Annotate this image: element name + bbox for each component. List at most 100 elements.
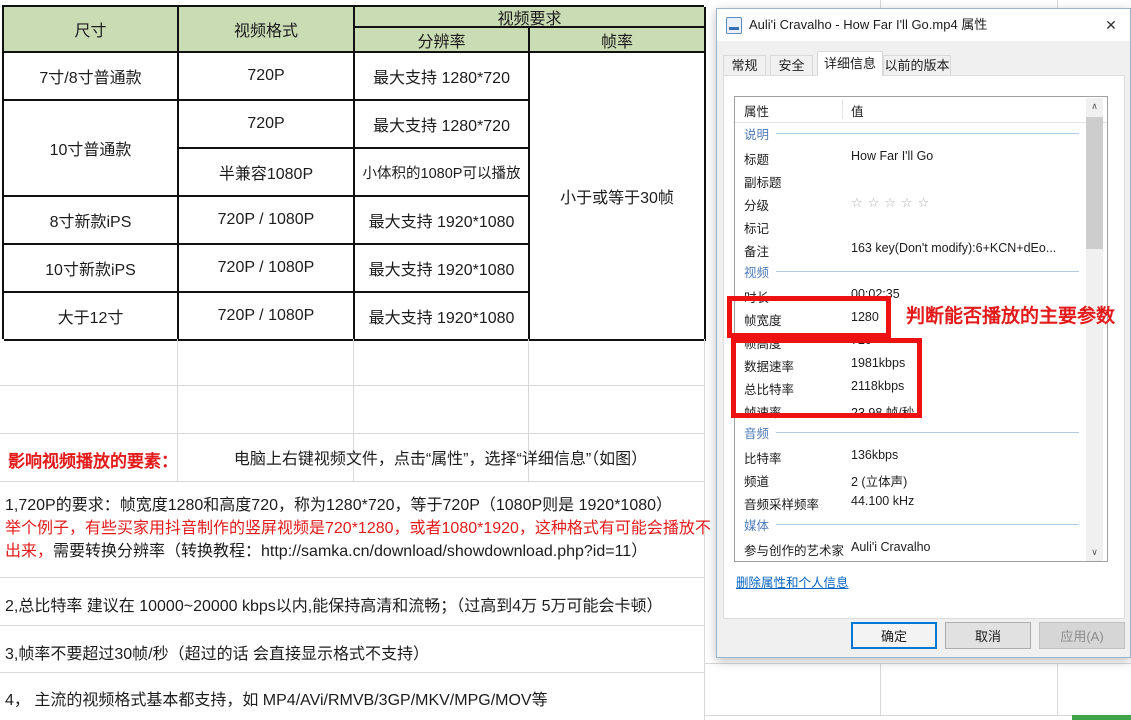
note-point1-line1: 1,720P的要求：帧宽度1280和高度720，称为1280*720，等于720… xyxy=(5,491,672,515)
apply-button: 应用(A) xyxy=(1039,622,1125,649)
note-point3: 3,帧率不要超过30帧/秒（超过的话 会直接显示格式不支持） xyxy=(5,640,429,664)
field-value: Auli'i Cravalho xyxy=(851,540,931,554)
red-highlight-bitrate xyxy=(731,338,922,418)
cell-framerate-merged[interactable]: 小于或等于30帧 xyxy=(530,53,706,341)
col-property[interactable]: 属性 xyxy=(744,101,769,120)
row-sample-rate[interactable]: 音频采样频率44.100 kHz xyxy=(735,490,1087,513)
note-point1-line3-red: 出来， xyxy=(5,543,53,560)
field-value: 136kbps xyxy=(851,448,898,462)
tab-details[interactable]: 详细信息 xyxy=(817,51,883,76)
field-value: How Far I'll Go xyxy=(851,149,933,163)
cell-format-4[interactable]: 720P / 1080P xyxy=(179,197,355,245)
cell-res-2[interactable]: 最大支持 1280*720 xyxy=(355,101,530,149)
gridline xyxy=(0,577,704,578)
row-tags[interactable]: 标记 xyxy=(735,214,1087,237)
field-value: 44.100 kHz xyxy=(851,494,914,508)
tab-security[interactable]: 安全 xyxy=(770,55,813,76)
cell-format-3[interactable]: 半兼容1080P xyxy=(179,149,355,197)
gridline xyxy=(880,663,881,715)
field-label: 分级 xyxy=(744,195,769,214)
factor-instruction: 电脑上右键视频文件，点击“属性”，选择“详细信息”（如图） xyxy=(177,441,704,473)
scroll-up-icon[interactable]: ∧ xyxy=(1086,98,1103,115)
row-title[interactable]: 标题How Far I'll Go xyxy=(735,145,1087,168)
video-requirements-table: 尺寸 视频格式 视频要求 分辨率 帧率 7寸/8寸普通款 10寸普通款 8寸新款… xyxy=(2,5,704,339)
dialog-title: Auli'i Cravalho - How Far I'll Go.mp4 属性 xyxy=(749,9,987,41)
field-label: 备注 xyxy=(744,241,769,260)
mp4-file-icon xyxy=(726,17,742,34)
gridline xyxy=(1057,663,1058,715)
red-annotation: 判断能否播放的主要参数 xyxy=(906,301,1115,328)
tab-previous-versions[interactable]: 以前的版本 xyxy=(883,55,951,76)
cell-format-5[interactable]: 720P / 1080P xyxy=(179,245,355,293)
gridline xyxy=(1057,0,1058,8)
field-value: 163 key(Don't modify):6+KCN+dEo... xyxy=(851,241,1056,255)
section-rule xyxy=(776,432,1079,433)
field-value: 2 (立体声) xyxy=(851,471,907,490)
section-label: 媒体 xyxy=(744,515,769,534)
dialog-titlebar[interactable]: Auli'i Cravalho - How Far I'll Go.mp4 属性… xyxy=(717,9,1130,41)
section-rule xyxy=(776,271,1079,272)
gridline xyxy=(880,0,881,8)
field-label: 副标题 xyxy=(744,172,782,191)
row-comment[interactable]: 备注 163 key(Don't modify):6+KCN+dEo... xyxy=(735,237,1087,260)
note-point2: 2,总比特率 建议在 10000~20000 kbps以内,能保持高清和流畅；（… xyxy=(5,592,663,616)
gridline xyxy=(704,715,1131,716)
cancel-button[interactable]: 取消 xyxy=(945,622,1031,649)
field-label: 比特率 xyxy=(744,448,782,467)
cell-res-6[interactable]: 最大支持 1920*1080 xyxy=(355,293,530,341)
screen: 尺寸 视频格式 视频要求 分辨率 帧率 7寸/8寸普通款 10寸普通款 8寸新款… xyxy=(0,0,1131,720)
row-artist[interactable]: 参与创作的艺术家 Auli'i Cravalho xyxy=(735,536,1087,559)
row-channels[interactable]: 频道 2 (立体声) xyxy=(735,467,1087,490)
row-rating[interactable]: 分级 ☆☆☆☆☆ xyxy=(735,191,1087,214)
red-highlight-frame-size xyxy=(727,296,891,338)
gridline xyxy=(0,625,704,626)
section-rule xyxy=(776,524,1079,525)
ok-button[interactable]: 确定 xyxy=(851,622,937,649)
cell-res-1[interactable]: 最大支持 1280*720 xyxy=(355,53,530,101)
header-resolution[interactable]: 分辨率 xyxy=(355,28,530,53)
col-value[interactable]: 值 xyxy=(851,101,864,120)
cell-size-4[interactable]: 10寸新款iPS xyxy=(4,245,179,293)
cell-format-6[interactable]: 720P / 1080P xyxy=(179,293,355,341)
header-framerate[interactable]: 帧率 xyxy=(530,28,706,53)
tab-general[interactable]: 常规 xyxy=(723,55,766,76)
scrollbar-thumb[interactable] xyxy=(1086,117,1103,249)
note-point1-line3: 出来，需要转换分辨率（转换教程：http://samka.cn/download… xyxy=(5,537,647,561)
green-cell-strip xyxy=(1072,715,1131,720)
cell-format-1[interactable]: 720P xyxy=(179,53,355,101)
row-subtitle[interactable]: 副标题 xyxy=(735,168,1087,191)
section-media: 媒体 xyxy=(735,513,1085,536)
header-requirement[interactable]: 视频要求 xyxy=(355,7,706,28)
cell-size-5[interactable]: 大于12寸 xyxy=(4,293,179,341)
cell-size-1[interactable]: 7寸/8寸普通款 xyxy=(4,53,179,101)
cell-res-5[interactable]: 最大支持 1920*1080 xyxy=(355,245,530,293)
header-size[interactable]: 尺寸 xyxy=(4,7,179,53)
note-point1-line2: 举个例子，有些买家用抖音制作的竖屏视频是720*1280，或者1080*1920… xyxy=(5,514,711,538)
section-label: 说明 xyxy=(744,124,769,143)
cell-size-3[interactable]: 8寸新款iPS xyxy=(4,197,179,245)
field-label: 参与创作的艺术家 xyxy=(744,540,844,559)
gridline xyxy=(704,663,1131,664)
cell-format-2[interactable]: 720P xyxy=(179,101,355,149)
row-year[interactable]: 年 xyxy=(735,559,1087,562)
cell-res-4[interactable]: 最大支持 1920*1080 xyxy=(355,197,530,245)
row-audio-bitrate[interactable]: 比特率 136kbps xyxy=(735,444,1087,467)
column-divider[interactable] xyxy=(842,100,843,119)
scroll-down-icon[interactable]: ∨ xyxy=(1086,544,1103,561)
cell-res-3[interactable]: 小体积的1080P可以播放 xyxy=(355,149,530,197)
section-label: 音频 xyxy=(744,423,769,442)
scrollbar[interactable]: ∧ ∨ xyxy=(1086,98,1103,561)
remove-properties-link[interactable]: 删除属性和个人信息 xyxy=(736,572,849,591)
gridline xyxy=(0,385,704,386)
close-icon[interactable]: ✕ xyxy=(1094,10,1128,40)
field-label: 频道 xyxy=(744,471,769,490)
section-label: 视频 xyxy=(744,262,769,281)
cell-size-2[interactable]: 10寸普通款 xyxy=(4,101,179,197)
gridline xyxy=(0,433,704,434)
note-point1-line3-black: 需要转换分辨率（转换教程：http://samka.cn/download/sh… xyxy=(53,543,647,560)
gridline xyxy=(0,672,704,673)
rating-stars-icon[interactable]: ☆☆☆☆☆ xyxy=(851,195,934,211)
section-description: 说明 xyxy=(735,122,1085,145)
header-format[interactable]: 视频格式 xyxy=(179,7,355,53)
factor-label: 影响视频播放的要素： xyxy=(8,447,178,472)
